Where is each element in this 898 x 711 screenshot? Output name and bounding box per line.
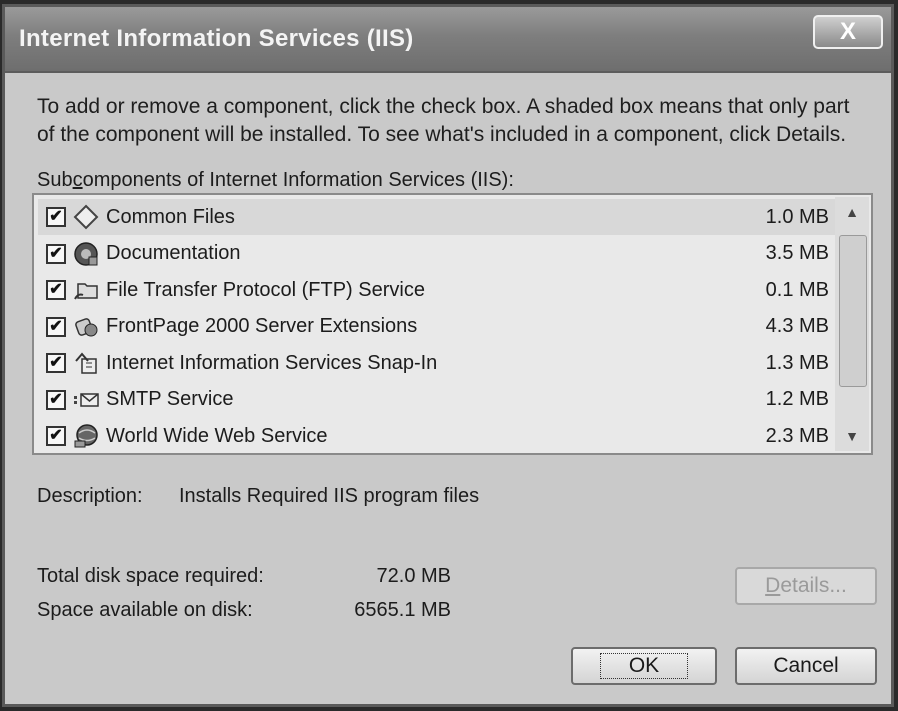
checkbox[interactable]: ✔ — [46, 243, 66, 264]
mail-icon — [72, 387, 100, 413]
list-item-name: FrontPage 2000 Server Extensions — [106, 315, 418, 337]
scroll-thumb[interactable] — [839, 235, 867, 387]
list-item[interactable]: ✔ File Transfer Protocol (FTP) Service 0.1… — [38, 272, 835, 308]
total-disk-value: 72.0 MB — [376, 565, 451, 587]
total-disk-label: Total disk space required: — [37, 565, 264, 587]
list-item-name: Common Files — [106, 205, 235, 228]
available-disk-value: 6565.1 MB — [354, 599, 451, 621]
list-item[interactable]: ✔ FrontPage 2000 Server Extensions 4.3 MB — [38, 309, 835, 345]
list-item-name: SMTP Service — [106, 388, 234, 410]
close-icon: X — [839, 18, 856, 45]
list-item[interactable]: ✔ Internet Information Services Snap-In 1.… — [38, 345, 835, 381]
checkbox[interactable]: ✔ — [46, 280, 66, 300]
list-item-name: File Transfer Protocol (FTP) Service — [106, 278, 425, 301]
scroll-down-arrow-icon[interactable]: ▼ — [835, 421, 869, 451]
subcomponents-label: Subcomponents of Internet Information Se… — [37, 169, 514, 191]
list-item-size: 4.3 MB — [765, 315, 829, 337]
list-item[interactable]: ✔ World Wide Web Service 2.3 MB — [38, 418, 835, 454]
list-item[interactable]: ✔ Common Files 1.0 MB — [38, 199, 835, 235]
list-item-size: 0.1 MB — [765, 278, 829, 301]
list-item[interactable]: ✔ Documentation 3.5 MB — [38, 236, 835, 272]
list-item-size: 2.3 MB — [765, 424, 829, 447]
server-extensions-icon — [72, 314, 100, 340]
title-bar[interactable]: Internet Information Services (IIS) X — [5, 7, 891, 73]
diamond-icon — [72, 204, 100, 230]
iis-dialog: Internet Information Services (IIS) X To… — [2, 4, 894, 707]
help-globe-icon — [72, 241, 100, 267]
list-item[interactable]: ✔ SMTP Service 1.2 MB — [38, 382, 835, 418]
instructions-text: To add or remove a component, click the … — [37, 93, 877, 149]
details-button[interactable]: Details... — [735, 567, 877, 605]
snap-in-icon — [72, 350, 100, 376]
instructions-line-1: To add or remove a component, click the … — [37, 95, 850, 118]
list-item-size: 3.5 MB — [765, 242, 829, 264]
subcomponents-list[interactable]: ✔ Common Files 1.0 MB ✔ Documentation 3.5 MB ✔… — [32, 193, 873, 455]
checkbox[interactable]: ✔ — [46, 316, 66, 337]
checkbox[interactable]: ✔ — [46, 389, 66, 410]
folder-transfer-icon — [72, 277, 100, 303]
window-title: Internet Information Services (IIS) — [19, 25, 414, 52]
list-scrollbar[interactable]: ▲ ▼ — [835, 197, 869, 451]
checkbox[interactable]: ✔ — [46, 426, 66, 446]
ok-button[interactable]: OK — [571, 647, 717, 685]
web-globe-icon — [72, 423, 100, 449]
description-value: Installs Required IIS program files — [179, 485, 480, 507]
list-item-name: Documentation — [106, 242, 241, 264]
list-item-name: Internet Information Services Snap-In — [106, 351, 438, 374]
cancel-button[interactable]: Cancel — [735, 647, 877, 685]
instructions-line-2: of the component will be installed. To s… — [37, 123, 847, 146]
checkbox[interactable]: ✔ — [46, 353, 66, 373]
list-item-size: 1.0 MB — [765, 205, 829, 228]
description-label: Description: — [37, 485, 143, 507]
scroll-up-arrow-icon[interactable]: ▲ — [835, 197, 869, 227]
close-button[interactable]: X — [813, 15, 883, 49]
checkbox[interactable]: ✔ — [46, 207, 66, 227]
list-item-size: 1.2 MB — [765, 388, 829, 410]
list-item-name: World Wide Web Service — [106, 424, 328, 447]
list-item-size: 1.3 MB — [765, 351, 829, 374]
available-disk-label: Space available on disk: — [37, 599, 253, 621]
